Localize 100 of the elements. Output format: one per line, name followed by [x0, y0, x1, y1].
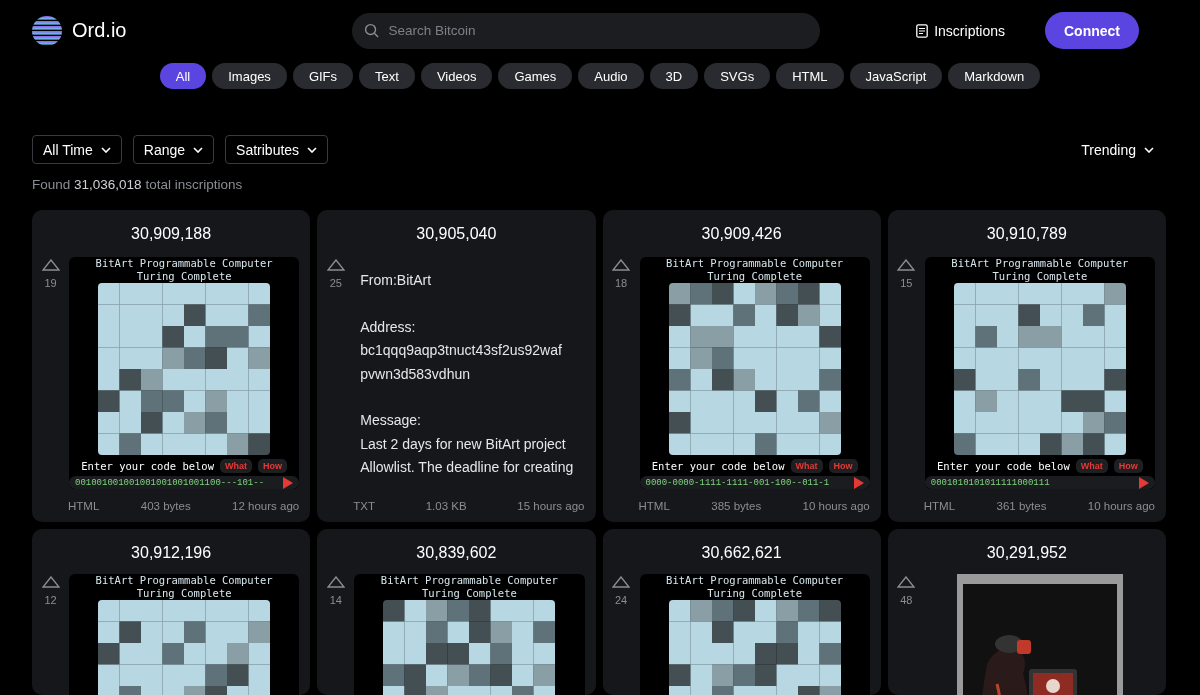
code-field[interactable]: 001001001001001001001001100---101--: [69, 476, 300, 489]
art-title: BitArt Programmable Computer: [951, 257, 1129, 270]
content-type: HTML: [923, 500, 956, 512]
art-title: BitArt Programmable Computer: [95, 574, 273, 587]
vote-count: 24: [614, 594, 628, 606]
category-chip[interactable]: All: [159, 63, 207, 89]
code-input[interactable]: 0001010101011111000111: [930, 477, 1139, 488]
art-title: Turing Complete: [707, 270, 803, 283]
inscription-number: 30,905,040: [415, 225, 498, 244]
results-summary: Found 31,036,018 total inscriptions: [31, 177, 244, 192]
inscription-card[interactable]: 30,291,952 48: [887, 529, 1166, 695]
search-icon: [363, 23, 379, 38]
how-button[interactable]: How: [828, 459, 858, 473]
text-line: Address:: [360, 317, 417, 337]
category-chip[interactable]: SVGs: [704, 63, 771, 89]
brand-name: Ord.io: [72, 19, 127, 42]
category-chip[interactable]: JavaScript: [849, 63, 943, 89]
chevron-down-icon: [307, 146, 318, 153]
inscription-card[interactable]: 30,910,789 15 BitArt Programmable Computer Turing Complete Enter your code below What How 0001010101011111000111 HTML 361 bytes 10 hours ago: [887, 210, 1166, 522]
text-line: Message:: [360, 411, 422, 430]
vote-count: 14: [329, 594, 342, 606]
upvote-icon[interactable]: [897, 259, 916, 271]
code-input[interactable]: 0000-0000-1111-1111-001-100--011-1: [645, 477, 854, 488]
connect-button[interactable]: Connect: [1045, 12, 1139, 49]
text-line: Allowlist. The deadline for creating: [360, 458, 575, 477]
how-button[interactable]: How: [258, 459, 287, 473]
category-chip[interactable]: Videos: [420, 63, 493, 89]
upvote-icon[interactable]: [612, 576, 630, 588]
filter-dropdown[interactable]: All Time: [32, 135, 122, 164]
inscription-number: 30,291,952: [985, 544, 1068, 562]
search-field[interactable]: Search Bitcoin: [351, 12, 820, 49]
content-type: HTML: [638, 500, 670, 512]
play-icon[interactable]: [283, 476, 294, 489]
inscription-number: 30,910,789: [985, 225, 1068, 244]
inscription-card[interactable]: 30,909,188 19 BitArt Programmable Computer Turing Complete Enter your code below What How 001001001001001001001001100---101-- HTML 403 bytes 12 hours ago: [32, 210, 311, 522]
inscription-number: 30,909,426: [700, 225, 783, 244]
upvote-icon[interactable]: [897, 576, 916, 588]
inscription-number: 30,909,188: [130, 225, 213, 244]
category-chip[interactable]: Audio: [578, 63, 644, 89]
what-button[interactable]: What: [790, 459, 823, 473]
filter-dropdown[interactable]: Satributes: [225, 135, 329, 164]
time-ago: 12 hours ago: [232, 500, 300, 512]
file-size: 385 bytes: [711, 500, 762, 512]
chevron-down-icon: [1144, 146, 1154, 153]
filter-dropdown[interactable]: Range: [132, 135, 215, 164]
chevron-down-icon: [100, 146, 111, 153]
category-chip[interactable]: Markdown: [948, 63, 1041, 89]
category-chip[interactable]: HTML: [776, 63, 844, 89]
what-button[interactable]: What: [1075, 459, 1108, 473]
category-chip[interactable]: Text: [359, 63, 415, 89]
art-title: BitArt Programmable Computer: [95, 257, 273, 270]
file-size: 403 bytes: [140, 500, 191, 512]
content-type: TXT: [353, 500, 375, 512]
upvote-icon[interactable]: [326, 259, 345, 271]
art-title: BitArt Programmable Computer: [666, 257, 844, 270]
upvote-icon[interactable]: [326, 576, 345, 588]
inscription-card[interactable]: 30,662,621 24 BitArt Programmable Computer Turing Complete: [602, 529, 881, 695]
art-title: Turing Complete: [992, 270, 1088, 283]
inscription-card[interactable]: 30,839,602 14 BitArt Programmable Computer Turing Complete: [317, 529, 596, 695]
inscriptions-link[interactable]: Inscriptions: [916, 22, 1005, 39]
inscription-card[interactable]: 30,905,040 25 From:BitArt Address: bc1qqq9aqp3tnuct43sf2us92waf pvwn3d583vdhun Message: Last 2 days for new BitArt project Allowlist. The deadline for creating TXT 1.03 KB 15 hours ago: [317, 210, 596, 522]
art-title: BitArt Programmable Computer: [666, 574, 844, 587]
code-input[interactable]: 001001001001001001001001100---101--: [75, 477, 284, 488]
category-chip[interactable]: Images: [212, 63, 287, 89]
category-chip[interactable]: Games: [498, 63, 573, 89]
play-icon[interactable]: [1139, 476, 1149, 489]
art-title: Turing Complete: [421, 587, 517, 600]
time-ago: 10 hours ago: [1087, 500, 1155, 512]
text-line: bc1qqq9aqp3tnuct43sf2us92waf: [360, 341, 563, 360]
code-field[interactable]: 0001010101011111000111: [924, 476, 1155, 489]
vote-count: 25: [329, 277, 342, 289]
code-field[interactable]: 0000-0000-1111-1111-001-100--011-1: [639, 476, 870, 489]
what-button[interactable]: What: [220, 459, 252, 473]
chevron-down-icon: [193, 146, 204, 153]
text-line: From:BitArt: [360, 271, 433, 290]
vote-count: 18: [614, 277, 628, 289]
inscription-card[interactable]: 30,909,426 18 BitArt Programmable Computer Turing Complete Enter your code below What How 0000-0000-1111-1111-001-100--011-1 HTML 385 bytes 10 hours ago: [602, 210, 881, 522]
art-title: Turing Complete: [136, 270, 232, 283]
upvote-icon[interactable]: [612, 259, 630, 271]
inscription-number: 30,912,196: [130, 544, 213, 562]
art-title: Turing Complete: [136, 587, 232, 600]
category-chip[interactable]: GIFs: [292, 63, 354, 89]
text-line: pvwn3d583vdhun: [360, 364, 471, 384]
inscription-card[interactable]: 30,912,196 12 BitArt Programmable Computer Turing Complete: [32, 529, 311, 695]
upvote-icon[interactable]: [41, 259, 60, 271]
file-size: 1.03 KB: [425, 500, 467, 512]
upvote-icon[interactable]: [41, 576, 60, 588]
time-ago: 10 hours ago: [802, 500, 870, 512]
search-input[interactable]: Search Bitcoin: [386, 22, 808, 39]
sort-dropdown[interactable]: Trending: [1081, 141, 1168, 158]
inscription-number: 30,839,602: [415, 544, 498, 562]
vote-count: 12: [44, 594, 57, 606]
play-icon[interactable]: [853, 476, 864, 489]
document-icon: [916, 23, 929, 38]
how-button[interactable]: How: [1113, 459, 1143, 473]
vote-count: 48: [900, 594, 913, 606]
category-chip[interactable]: 3D: [649, 63, 699, 89]
art-title: Turing Complete: [707, 587, 803, 600]
code-prompt: Enter your code below: [651, 460, 785, 472]
file-size: 361 bytes: [996, 500, 1047, 512]
